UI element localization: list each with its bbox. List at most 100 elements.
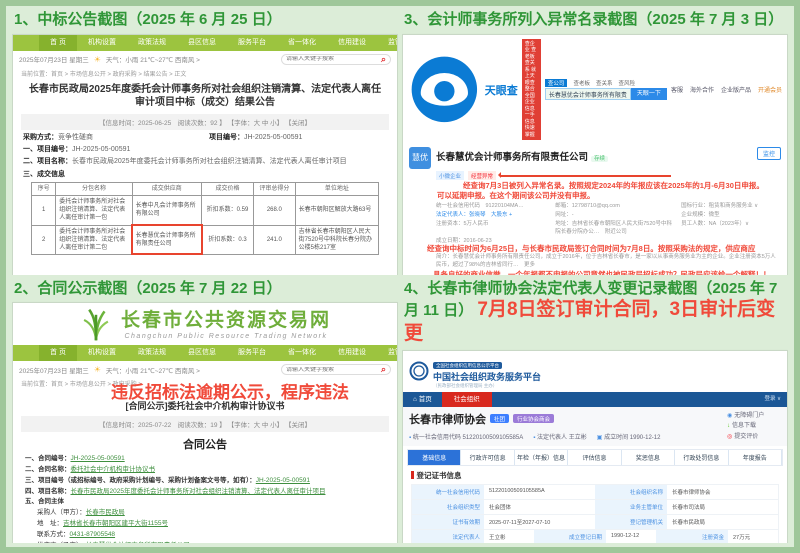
project-no-link[interactable]: JH-2025-05-00591 <box>256 477 310 484</box>
tab-penalties[interactable]: 行政处罚信息 <box>675 450 728 465</box>
tab-evaluation[interactable]: 评估信息 <box>568 450 621 465</box>
tag-micro-enterprise[interactable]: 小微企业 <box>436 171 464 180</box>
search-input[interactable] <box>286 56 381 62</box>
accessibility-action[interactable]: ◉无障碍门户 <box>727 411 781 422</box>
nav-item-org[interactable]: 机构设置 <box>77 35 127 51</box>
supplier-link[interactable]: 长春慧优会计师事务所有限责任公司 <box>86 542 190 543</box>
tab-admin-license[interactable]: 行政许可信息 <box>461 450 514 465</box>
promo-banner[interactable]: 查企业 查老板 查关系 就上天眼查 整合全国企业信息 一手信息快速掌握 <box>522 39 541 141</box>
credit-code-label: 统一社会信用代码 <box>413 435 461 441</box>
buyer-contact-link[interactable]: 0431-87905548 <box>70 531 116 538</box>
tab-company[interactable]: 查公司 <box>545 79 568 87</box>
site-logo: 长春市公共资源交易网 Changchun Public Resource Tra… <box>13 303 397 345</box>
company-scale: 企业规模：微型 <box>681 210 781 218</box>
link-enterprise[interactable]: 企业版产品 <box>721 85 751 94</box>
establish-value: 1990-12-12 <box>630 435 661 441</box>
search-icon[interactable]: ⌕ <box>381 55 386 64</box>
buyer-address-label: 地 址： <box>37 520 63 527</box>
platform-logo-icon <box>409 361 429 381</box>
tab-risk[interactable]: 查风险 <box>618 79 635 87</box>
site-search[interactable]: ⌕ <box>281 364 391 375</box>
nav-item-credit[interactable]: 信用建设 <box>327 35 377 51</box>
legal-representative[interactable]: 法定代表人：张晓琴 大股东 + <box>436 210 549 218</box>
buyer-link[interactable]: 长春市民政局 <box>86 509 125 516</box>
link-service[interactable]: 客服 <box>671 85 683 94</box>
tab-basic-info[interactable]: 基础信息 <box>408 450 461 465</box>
org-category-badge: 行业协会商会 <box>513 414 554 423</box>
weather-text: 天气：小雨 21℃~27℃ 西南风 > <box>106 54 200 64</box>
nav-item-province[interactable]: 省一体化 <box>277 35 327 51</box>
nav-item-supervision[interactable]: 监管平台 <box>377 345 398 361</box>
platform-nav: ⌂ 首页 社会组织 登录 ∨ <box>403 392 787 407</box>
monitor-button[interactable]: 监控 <box>757 147 781 160</box>
search-category-tabs: 查公司 查老板 查关系 查风险 <box>545 79 667 87</box>
tab-relation[interactable]: 查关系 <box>596 79 613 87</box>
field-value: 社会团体 <box>484 500 595 514</box>
tianyancha-wordmark[interactable]: 天眼查 <box>485 82 518 98</box>
registered-capital: 注册资本：5万人民币 <box>436 219 549 235</box>
company-tags: 小微企业 经营异常 <box>403 169 787 181</box>
table-row: 1 委托会计师事务所对社会组织注销清算、法定代表人离任审计第一包 长春中凡会计师… <box>32 196 379 225</box>
tab-rewards[interactable]: 奖惩信息 <box>622 450 675 465</box>
field-value: 2025-07-11至2027-07-10 <box>484 515 595 529</box>
nav-item-province[interactable]: 省一体化 <box>277 345 327 361</box>
nav-item-service[interactable]: 服务平台 <box>227 35 277 51</box>
tab-yearly[interactable]: 年度报告 <box>729 450 782 465</box>
tab-boss[interactable]: 查老板 <box>573 79 590 87</box>
search-input[interactable] <box>286 367 381 373</box>
home-icon: ⌂ <box>413 396 417 403</box>
contract-name-link[interactable]: 委托社会中介机构审计协议书 <box>71 466 156 473</box>
tianyancha-logo-icon <box>408 53 481 126</box>
tag-abnormal-operation[interactable]: 经营异常 <box>468 171 496 180</box>
nav-item-home[interactable]: 首 页 <box>39 345 77 361</box>
project-no-label: 项目编号： <box>209 134 244 141</box>
link-vip[interactable]: 开通会员 <box>758 85 782 94</box>
feedback-action[interactable]: ◎提交评价 <box>727 432 781 443</box>
weather-text: 天气：小雨 21℃~27℃ 西南风 > <box>106 365 200 375</box>
nav-item-org[interactable]: 机构设置 <box>77 345 127 361</box>
establish-label: 成立时间 <box>604 435 628 441</box>
breadcrumb[interactable]: 当前位置：首页 > 市场信息公开 > 政府采购 > 结果公告 > 正文 <box>13 68 397 80</box>
buyer-address-link[interactable]: 吉林省长春市朝阳区建平大街1155号 <box>63 520 168 527</box>
link-overseas[interactable]: 海外合作 <box>690 85 714 94</box>
field-value: 长春市司法局 <box>667 500 778 514</box>
nav-item-home[interactable]: 首 页 <box>39 35 77 51</box>
nav-item-credit[interactable]: 信用建设 <box>327 345 377 361</box>
download-icon: ↓ <box>727 423 730 429</box>
login-menu[interactable]: 登录 ∨ <box>758 392 787 407</box>
search-icon[interactable]: ⌕ <box>381 365 386 374</box>
platform-header: 全国社会组织信用信息公示平台 中国社会组织政务服务平台 （民政部社会组织管理局 … <box>403 351 787 392</box>
site-name: 长春市公共资源交易网 <box>121 311 331 332</box>
nav-social-org[interactable]: 社会组织 <box>442 392 492 407</box>
nav-item-policy[interactable]: 政策法规 <box>127 345 177 361</box>
tyc-search-button[interactable]: 天眼一下 <box>631 88 667 100</box>
nav-item-county[interactable]: 县区信息 <box>177 35 227 51</box>
field-label: 统一社会信用代码 <box>412 485 484 499</box>
tyc-search-input[interactable] <box>545 88 631 100</box>
weather-sun-icon: ☀ <box>94 365 101 374</box>
award-info-line: 三、成交信息 <box>13 168 397 180</box>
nav-home[interactable]: ⌂ 首页 <box>403 392 442 407</box>
platform-badge: 全国社会组织信用信息公示平台 <box>433 362 502 369</box>
project-name-link[interactable]: 长春市民政局2025年度委托会计师事务所对社会组织注销清算、法定代表人离任审计项… <box>71 488 326 495</box>
bid-announcement-screenshot: 首 页 机构设置 政策法规 县区信息 服务平台 省一体化 信用建设 监管平台 2… <box>12 34 398 275</box>
site-search[interactable]: ⌕ <box>281 54 391 65</box>
nav-item-county[interactable]: 县区信息 <box>177 345 227 361</box>
col-package: 分包名称 <box>56 183 132 196</box>
field-value: 1990-12-12 <box>606 530 656 543</box>
field-value: 长春市民政局 <box>667 515 778 529</box>
award-result-table: 序号 分包名称 成交供应商 成交价格 评审总得分 单位地址 1 委托会计师事务所… <box>31 182 379 255</box>
buyer-contact-label: 联系方式： <box>37 531 70 538</box>
field-value: 长春市律师协会 <box>667 485 778 499</box>
nav-item-supervision[interactable]: 监管平台 <box>377 35 398 51</box>
nav-item-policy[interactable]: 政策法规 <box>127 35 177 51</box>
purchase-info-row: 采购方式：竞争性磋商 项目编号：JH-2025-05-00591 <box>13 132 397 144</box>
annotation-illegal: 违反招标法逾期公示，程序违法 <box>111 378 349 403</box>
nav-item-service[interactable]: 服务平台 <box>227 345 277 361</box>
tab-annual-report[interactable]: 年检（年报）信息 <box>515 450 568 465</box>
panel-3-heading: 3、会计师事务所列入异常名录截图（2025 年 7 月 3 日） <box>404 11 788 30</box>
annotation-arrow-icon <box>500 175 671 177</box>
contract-no-link[interactable]: JH-2025-05-00591 <box>71 455 125 462</box>
download-action[interactable]: ↓信息下载 <box>727 421 781 432</box>
email: 邮箱：12798710@qq.com <box>555 201 675 209</box>
